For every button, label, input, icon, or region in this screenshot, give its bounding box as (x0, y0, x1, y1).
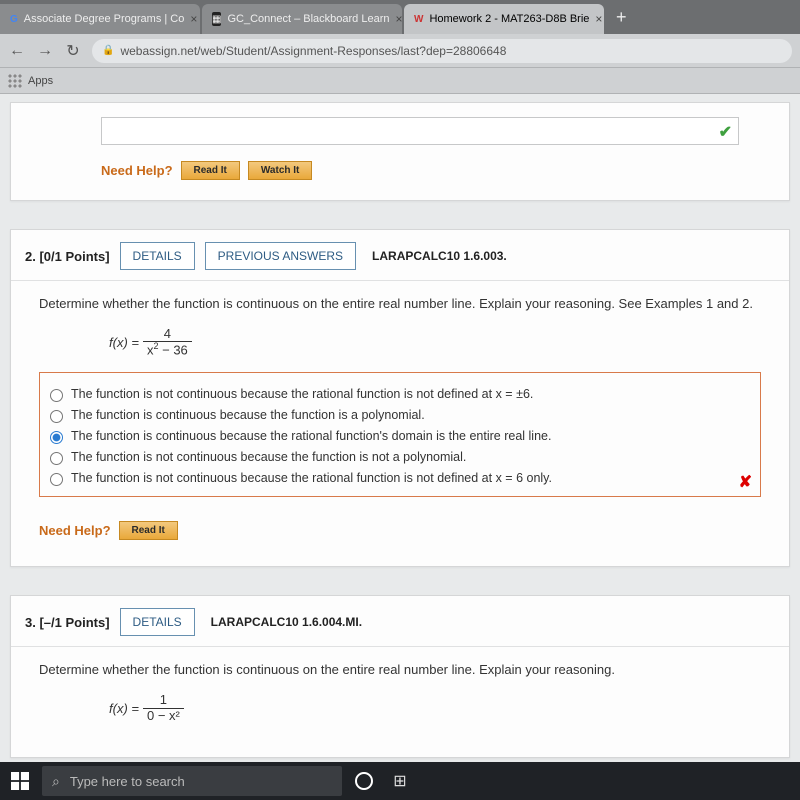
details-button[interactable]: DETAILS (120, 242, 195, 270)
favicon-blackboard: ▦ (212, 12, 221, 26)
cortana-icon (355, 772, 373, 790)
question-header-3: 3. [–/1 Points] DETAILS LARAPCALC10 1.6.… (11, 596, 789, 647)
question-card-3: 3. [–/1 Points] DETAILS LARAPCALC10 1.6.… (10, 595, 790, 758)
option-label: The function is not continuous because t… (71, 471, 552, 485)
close-icon[interactable]: × (190, 12, 197, 26)
radio-2[interactable] (50, 410, 63, 423)
details-button[interactable]: DETAILS (120, 608, 195, 636)
question-reference: LARAPCALC10 1.6.003. (372, 249, 507, 263)
help-row-q2: Need Help? Read It (39, 521, 761, 540)
url-input[interactable]: 🔒 webassign.net/web/Student/Assignment-R… (92, 39, 792, 63)
tab-label: Associate Degree Programs | Co (24, 13, 185, 25)
apps-label[interactable]: Apps (28, 75, 53, 87)
question-function: f(x) = 4 x2 − 36 (109, 327, 761, 358)
question-header-2: 2. [0/1 Points] DETAILS PREVIOUS ANSWERS… (11, 230, 789, 281)
answer-options: The function is not continuous because t… (39, 372, 761, 497)
windows-taskbar: ⌕ Type here to search ⊞ (0, 762, 800, 800)
option-3[interactable]: The function is continuous because the r… (50, 429, 750, 444)
close-icon[interactable]: × (595, 12, 602, 26)
question-card-2: 2. [0/1 Points] DETAILS PREVIOUS ANSWERS… (10, 229, 790, 567)
question-prompt: Determine whether the function is contin… (39, 661, 761, 679)
option-label: The function is continuous because the r… (71, 429, 551, 443)
option-4[interactable]: The function is not continuous because t… (50, 450, 750, 465)
close-icon[interactable]: × (396, 12, 403, 26)
apps-grid-icon[interactable] (8, 74, 22, 88)
search-placeholder: Type here to search (70, 774, 185, 789)
search-icon: ⌕ (52, 773, 60, 790)
option-label: The function is not continuous because t… (71, 387, 533, 401)
previous-answers-button[interactable]: PREVIOUS ANSWERS (205, 242, 356, 270)
tab-label: GC_Connect – Blackboard Learn (227, 13, 389, 25)
new-tab-button[interactable]: + (606, 7, 637, 28)
forward-icon[interactable]: → (36, 42, 54, 60)
question-number: 2. [0/1 Points] (25, 249, 110, 264)
start-button[interactable] (6, 767, 34, 795)
question-body-2: Determine whether the function is contin… (11, 281, 789, 552)
cortana-button[interactable] (350, 767, 378, 795)
answer-input-q1[interactable]: ✔ (101, 117, 739, 145)
windows-icon (11, 772, 29, 790)
option-label: The function is continuous because the f… (71, 408, 425, 422)
option-5[interactable]: The function is not continuous because t… (50, 471, 750, 486)
question-function: f(x) = 1 0 − x² (109, 693, 761, 723)
wrong-icon: ✘ (739, 472, 752, 492)
tab-homework-active[interactable]: W Homework 2 - MAT263-D8B Brie × (404, 4, 604, 34)
question-number: 3. [–/1 Points] (25, 615, 110, 630)
url-text: webassign.net/web/Student/Assignment-Res… (120, 44, 506, 58)
bookmarks-bar: Apps (0, 68, 800, 94)
question-prompt: Determine whether the function is contin… (39, 295, 761, 313)
radio-3[interactable] (50, 431, 63, 444)
question-reference: LARAPCALC10 1.6.004.MI. (211, 615, 362, 629)
option-2[interactable]: The function is continuous because the f… (50, 408, 750, 423)
need-help-label: Need Help? (39, 523, 111, 538)
watch-it-button[interactable]: Watch It (248, 161, 313, 180)
question-body-3: Determine whether the function is contin… (11, 647, 789, 743)
radio-5[interactable] (50, 473, 63, 486)
read-it-button[interactable]: Read It (119, 521, 178, 540)
help-row-q1: Need Help? Read It Watch It (101, 161, 789, 180)
tab-label: Homework 2 - MAT263-D8B Brie (429, 13, 589, 25)
question-card-1: ✔ Need Help? Read It Watch It (10, 102, 790, 201)
need-help-label: Need Help? (101, 163, 173, 178)
option-label: The function is not continuous because t… (71, 450, 466, 464)
browser-tab-bar: G Associate Degree Programs | Co × ▦ GC_… (0, 0, 800, 34)
option-1[interactable]: The function is not continuous because t… (50, 387, 750, 402)
tab-associate-degree[interactable]: G Associate Degree Programs | Co × (0, 4, 200, 34)
taskbar-search[interactable]: ⌕ Type here to search (42, 766, 342, 796)
lock-icon: 🔒 (102, 45, 114, 56)
favicon-google: G (10, 12, 18, 26)
reload-icon[interactable]: ↻ (64, 41, 82, 61)
page-content: ✔ Need Help? Read It Watch It 2. [0/1 Po… (0, 94, 800, 762)
task-view-button[interactable]: ⊞ (386, 767, 414, 795)
tab-blackboard[interactable]: ▦ GC_Connect – Blackboard Learn × (202, 4, 402, 34)
radio-4[interactable] (50, 452, 63, 465)
radio-1[interactable] (50, 389, 63, 402)
read-it-button[interactable]: Read It (181, 161, 240, 180)
back-icon[interactable]: ← (8, 42, 26, 60)
favicon-webassign: W (414, 12, 423, 26)
check-icon: ✔ (719, 122, 732, 142)
address-bar: ← → ↻ 🔒 webassign.net/web/Student/Assign… (0, 34, 800, 68)
